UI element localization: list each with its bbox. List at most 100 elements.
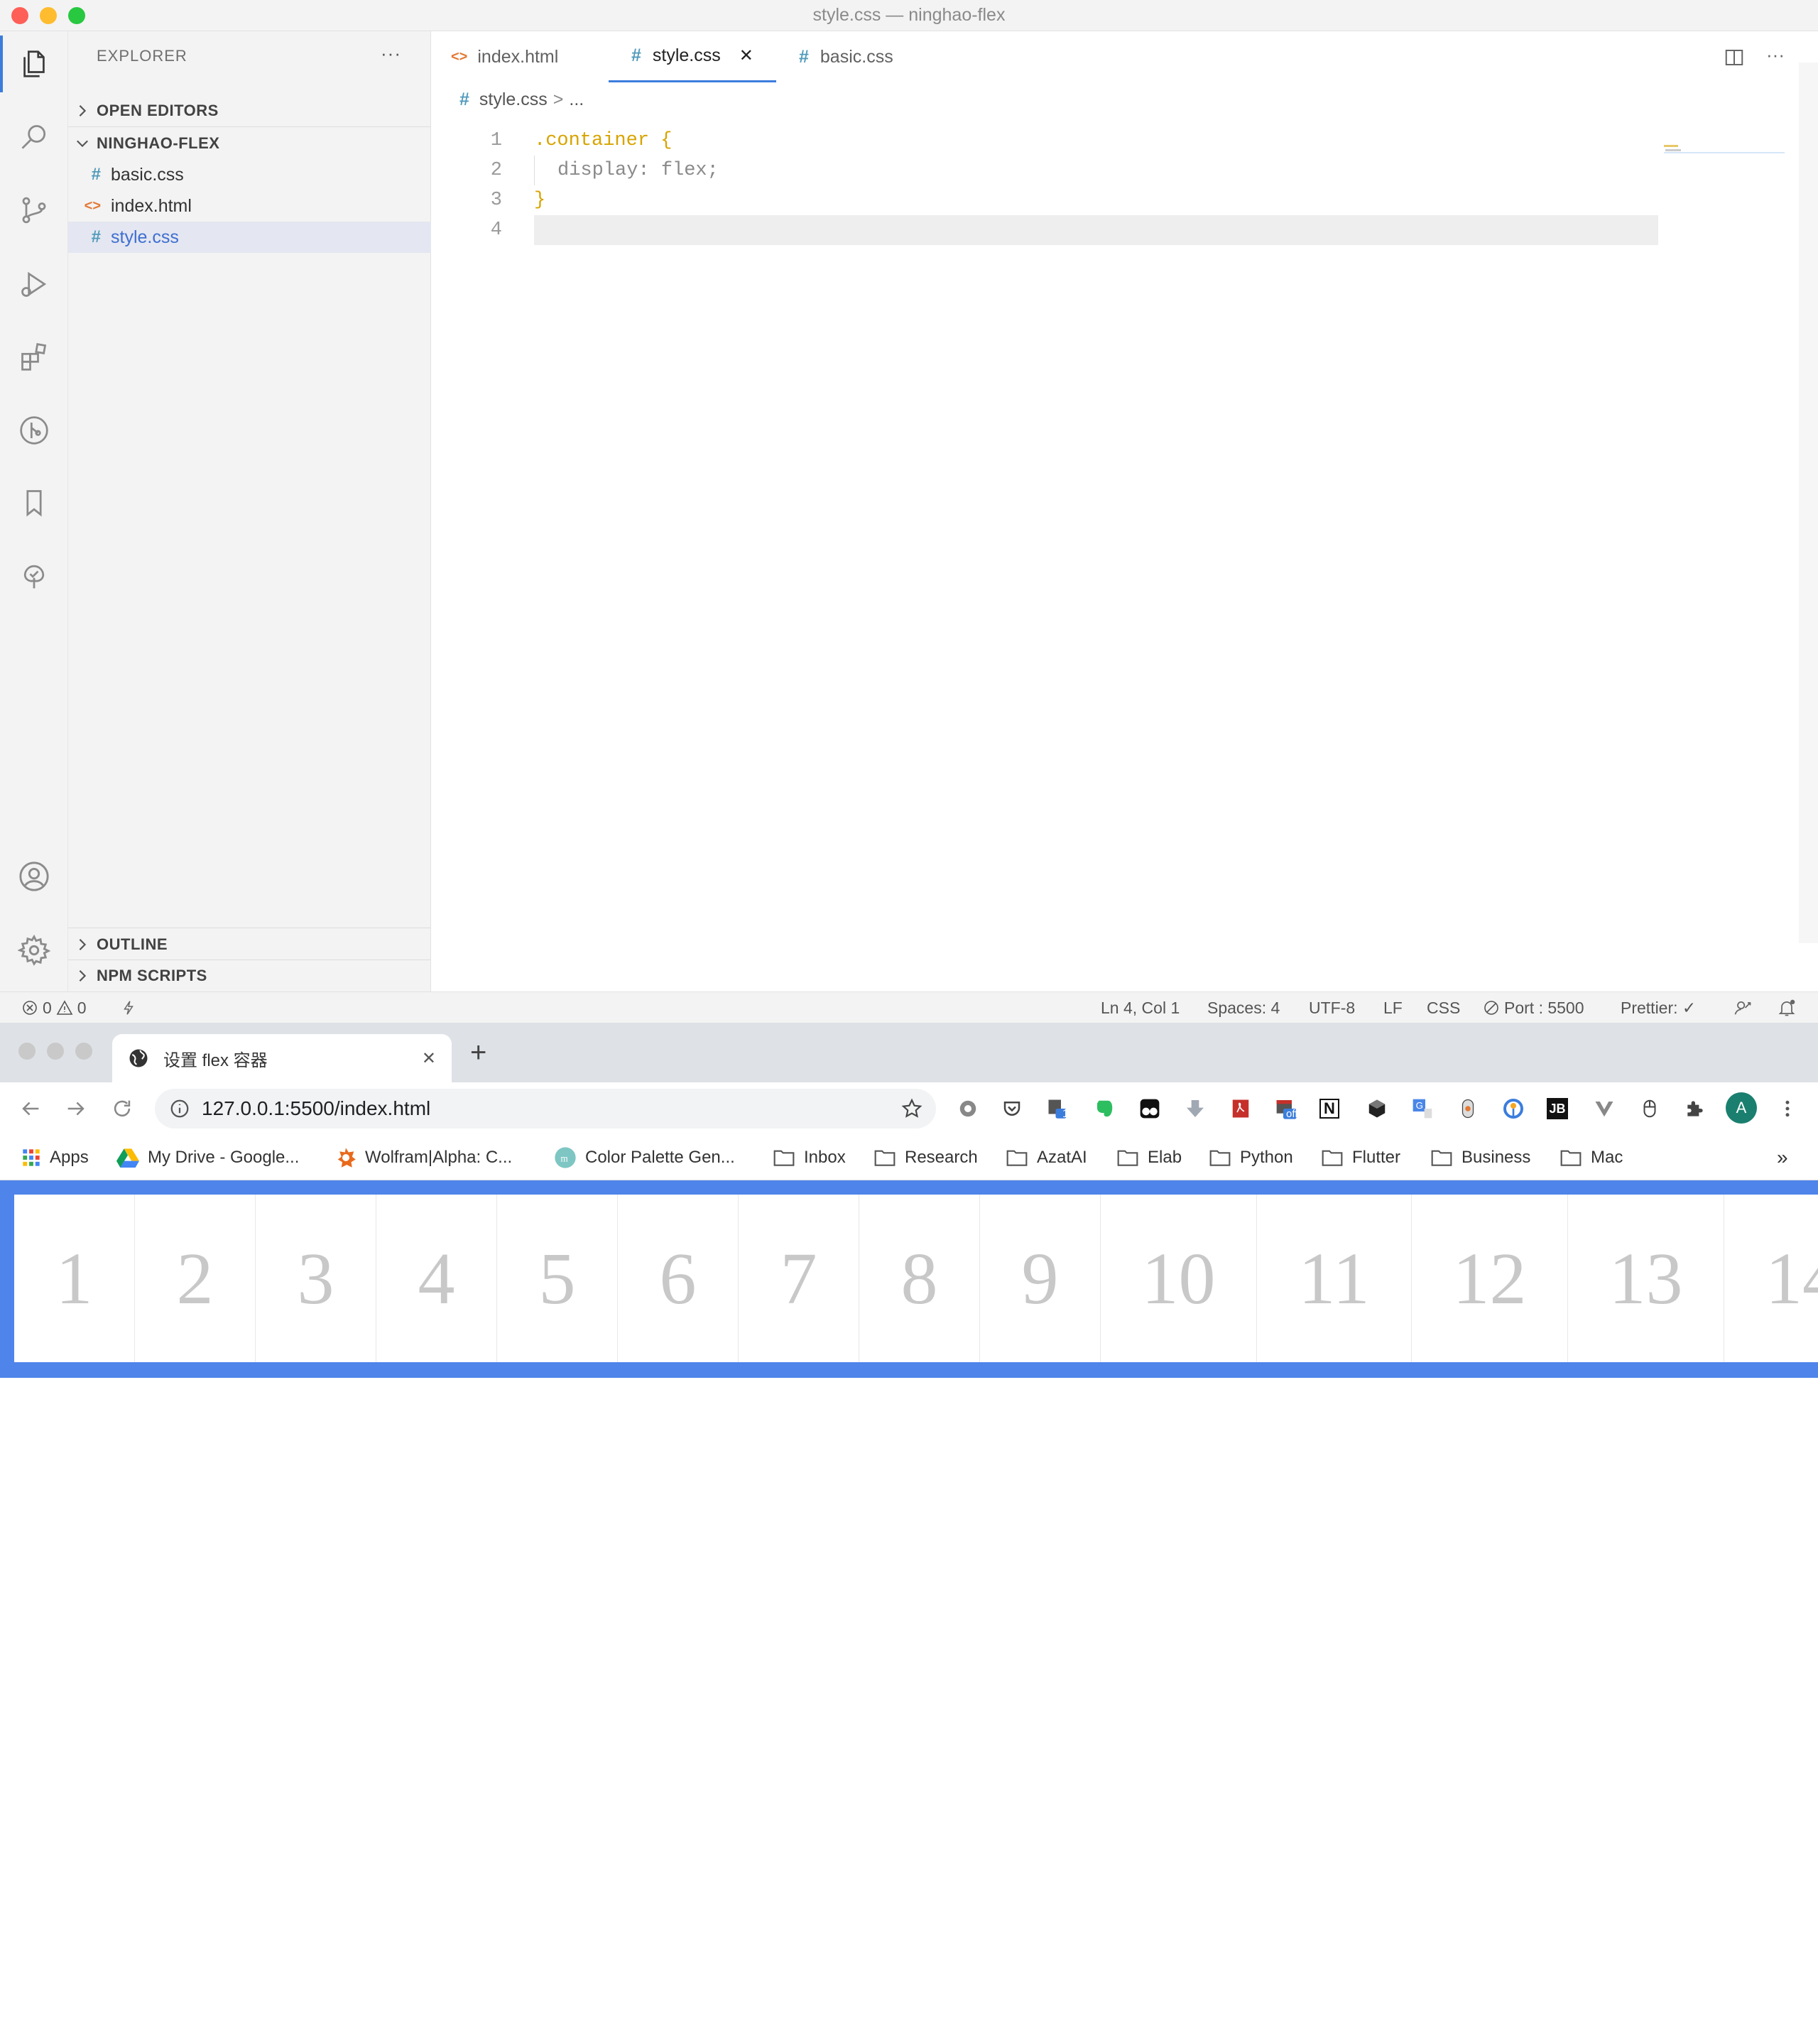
problems-indicator[interactable]: 0 0 xyxy=(21,992,87,1023)
maximize-window-button[interactable] xyxy=(75,1043,92,1060)
search-icon[interactable] xyxy=(16,119,53,156)
bookmark-color-palette[interactable]: m Color Palette Gen... xyxy=(554,1135,735,1180)
breadcrumb-separator: > xyxy=(553,89,564,109)
active-indicator xyxy=(0,36,3,92)
more-actions-button[interactable]: ··· xyxy=(1766,44,1785,66)
profile-avatar[interactable]: A xyxy=(1726,1092,1757,1124)
code-line-current[interactable]: 4 xyxy=(431,215,1818,245)
close-brace: } xyxy=(534,190,546,211)
bookmark-apps[interactable]: Apps xyxy=(21,1135,89,1180)
code-line[interactable]: 1 .container { xyxy=(431,126,1818,156)
minimap[interactable] xyxy=(1658,114,1818,991)
menu-kebab-icon[interactable] xyxy=(1775,1097,1800,1121)
extensions-puzzle-icon[interactable] xyxy=(1683,1097,1707,1121)
settings-extension-icon[interactable] xyxy=(956,1097,980,1121)
file-index-html[interactable]: <> index.html xyxy=(68,190,431,222)
download-icon[interactable] xyxy=(1183,1097,1207,1121)
flex-item: 13 xyxy=(1568,1195,1724,1362)
file-basic-css[interactable]: # basic.css xyxy=(68,159,431,190)
tab-style-css[interactable]: # style.css ✕ xyxy=(609,31,776,82)
vertical-scrollbar[interactable] xyxy=(1799,62,1818,943)
wolfram-icon xyxy=(335,1147,356,1168)
css-property: display: xyxy=(557,160,650,181)
project-section[interactable]: NINGHAO-FLEX xyxy=(68,128,431,159)
tab-basic-css[interactable]: # basic.css xyxy=(799,31,941,82)
end-of-line[interactable]: LF xyxy=(1383,992,1403,1023)
line-number: 4 xyxy=(490,219,502,241)
bookmark-folder-azatai[interactable]: AzatAI xyxy=(1006,1135,1087,1180)
file-name: style.css xyxy=(111,227,179,247)
notion-icon[interactable]: N xyxy=(1319,1099,1339,1119)
tree-check-icon[interactable] xyxy=(16,557,53,594)
bookmark-star-icon[interactable] xyxy=(900,1097,923,1120)
cursor-position[interactable]: Ln 4, Col 1 xyxy=(1101,992,1180,1023)
bookmark-wolfram[interactable]: Wolfram|Alpha: C... xyxy=(335,1135,512,1180)
address-bar[interactable]: 127.0.0.1:5500/index.html xyxy=(155,1089,936,1129)
close-tab-icon[interactable]: ✕ xyxy=(422,1048,436,1069)
more-actions-button[interactable]: ··· xyxy=(381,43,401,65)
feedback-icon[interactable] xyxy=(1733,992,1753,1023)
mouse-icon[interactable] xyxy=(1638,1097,1662,1121)
evernote-icon[interactable] xyxy=(1092,1097,1116,1121)
live-server-port[interactable]: Port : 5500 xyxy=(1483,992,1584,1023)
indentation[interactable]: Spaces: 4 xyxy=(1207,992,1280,1023)
split-editor-icon[interactable] xyxy=(1724,47,1745,68)
reload-icon[interactable] xyxy=(110,1097,134,1121)
extensions-icon[interactable] xyxy=(16,338,53,375)
bookmark-folder-flutter[interactable]: Flutter xyxy=(1321,1135,1400,1180)
tampermonkey-icon[interactable] xyxy=(1138,1097,1162,1121)
code-line[interactable]: 3 } xyxy=(431,185,1818,215)
account-icon[interactable] xyxy=(16,858,53,895)
lightning-icon[interactable] xyxy=(121,992,136,1023)
new-tab-button[interactable]: + xyxy=(470,1037,486,1069)
explorer-icon[interactable] xyxy=(16,45,53,82)
breadcrumb-file[interactable]: style.css xyxy=(479,89,548,110)
language-mode[interactable]: CSS xyxy=(1427,992,1460,1023)
toggle-extension-icon[interactable]: off xyxy=(1274,1097,1298,1121)
prettier-status[interactable]: Prettier: ✓ xyxy=(1621,992,1696,1023)
jetbrains-icon[interactable]: JB xyxy=(1547,1098,1568,1119)
notifications-bell-icon[interactable] xyxy=(1777,992,1797,1023)
tab-index-html[interactable]: <> index.html xyxy=(451,31,607,82)
bookmark-label: Wolfram|Alpha: C... xyxy=(365,1148,513,1167)
translate-icon[interactable]: G xyxy=(1410,1097,1435,1121)
bookmark-folder-python[interactable]: Python xyxy=(1209,1135,1293,1180)
bookmark-folder-mac[interactable]: Mac xyxy=(1560,1135,1623,1180)
minimize-window-button[interactable] xyxy=(47,1043,64,1060)
bookmarks-overflow-button[interactable]: » xyxy=(1777,1135,1788,1180)
encoding[interactable]: UTF-8 xyxy=(1309,992,1355,1023)
editor-tabs: <> index.html # style.css ✕ # basic.css … xyxy=(431,31,1818,82)
forward-arrow-icon[interactable] xyxy=(64,1097,88,1121)
bookmark-folder-inbox[interactable]: Inbox xyxy=(773,1135,846,1180)
source-control-icon[interactable] xyxy=(16,192,53,229)
outline-section[interactable]: OUTLINE xyxy=(68,929,431,960)
bookmark-my-drive[interactable]: My Drive - Google... xyxy=(116,1135,299,1180)
mouse-extension-icon[interactable] xyxy=(1456,1097,1480,1121)
dictionary-icon[interactable] xyxy=(1501,1097,1525,1121)
file-style-css[interactable]: # style.css xyxy=(68,222,431,253)
bookmark-folder-business[interactable]: Business xyxy=(1430,1135,1530,1180)
bookmark-folder-research[interactable]: Research xyxy=(873,1135,978,1180)
settings-gear-icon[interactable] xyxy=(16,932,53,969)
tab-title: 设置 flex 容器 xyxy=(163,1050,268,1070)
vue-devtools-icon[interactable] xyxy=(1592,1097,1616,1121)
close-tab-icon[interactable]: ✕ xyxy=(739,45,753,66)
npm-scripts-section[interactable]: NPM SCRIPTS xyxy=(68,960,431,991)
cube-icon[interactable] xyxy=(1365,1097,1389,1121)
hypothesis-icon[interactable]: 1 xyxy=(1045,1097,1069,1121)
close-window-button[interactable] xyxy=(18,1043,36,1060)
code-line[interactable]: 2 display: flex; xyxy=(431,156,1818,185)
breadcrumb-more[interactable]: ... xyxy=(569,89,584,110)
info-icon[interactable] xyxy=(169,1098,190,1119)
bookmark-folder-elab[interactable]: Elab xyxy=(1116,1135,1182,1180)
pdf-icon[interactable] xyxy=(1229,1097,1253,1121)
bookmark-icon[interactable] xyxy=(16,484,53,521)
run-debug-icon[interactable] xyxy=(16,266,53,303)
back-arrow-icon[interactable] xyxy=(18,1097,43,1121)
css-file-icon: # xyxy=(631,45,641,65)
open-editors-section[interactable]: OPEN EDITORS xyxy=(68,95,431,126)
git-graph-icon[interactable] xyxy=(16,412,53,449)
pocket-icon[interactable] xyxy=(1000,1097,1024,1121)
bookmark-label: Research xyxy=(905,1148,978,1167)
browser-tab[interactable]: 设置 flex 容器 ✕ xyxy=(112,1034,452,1082)
